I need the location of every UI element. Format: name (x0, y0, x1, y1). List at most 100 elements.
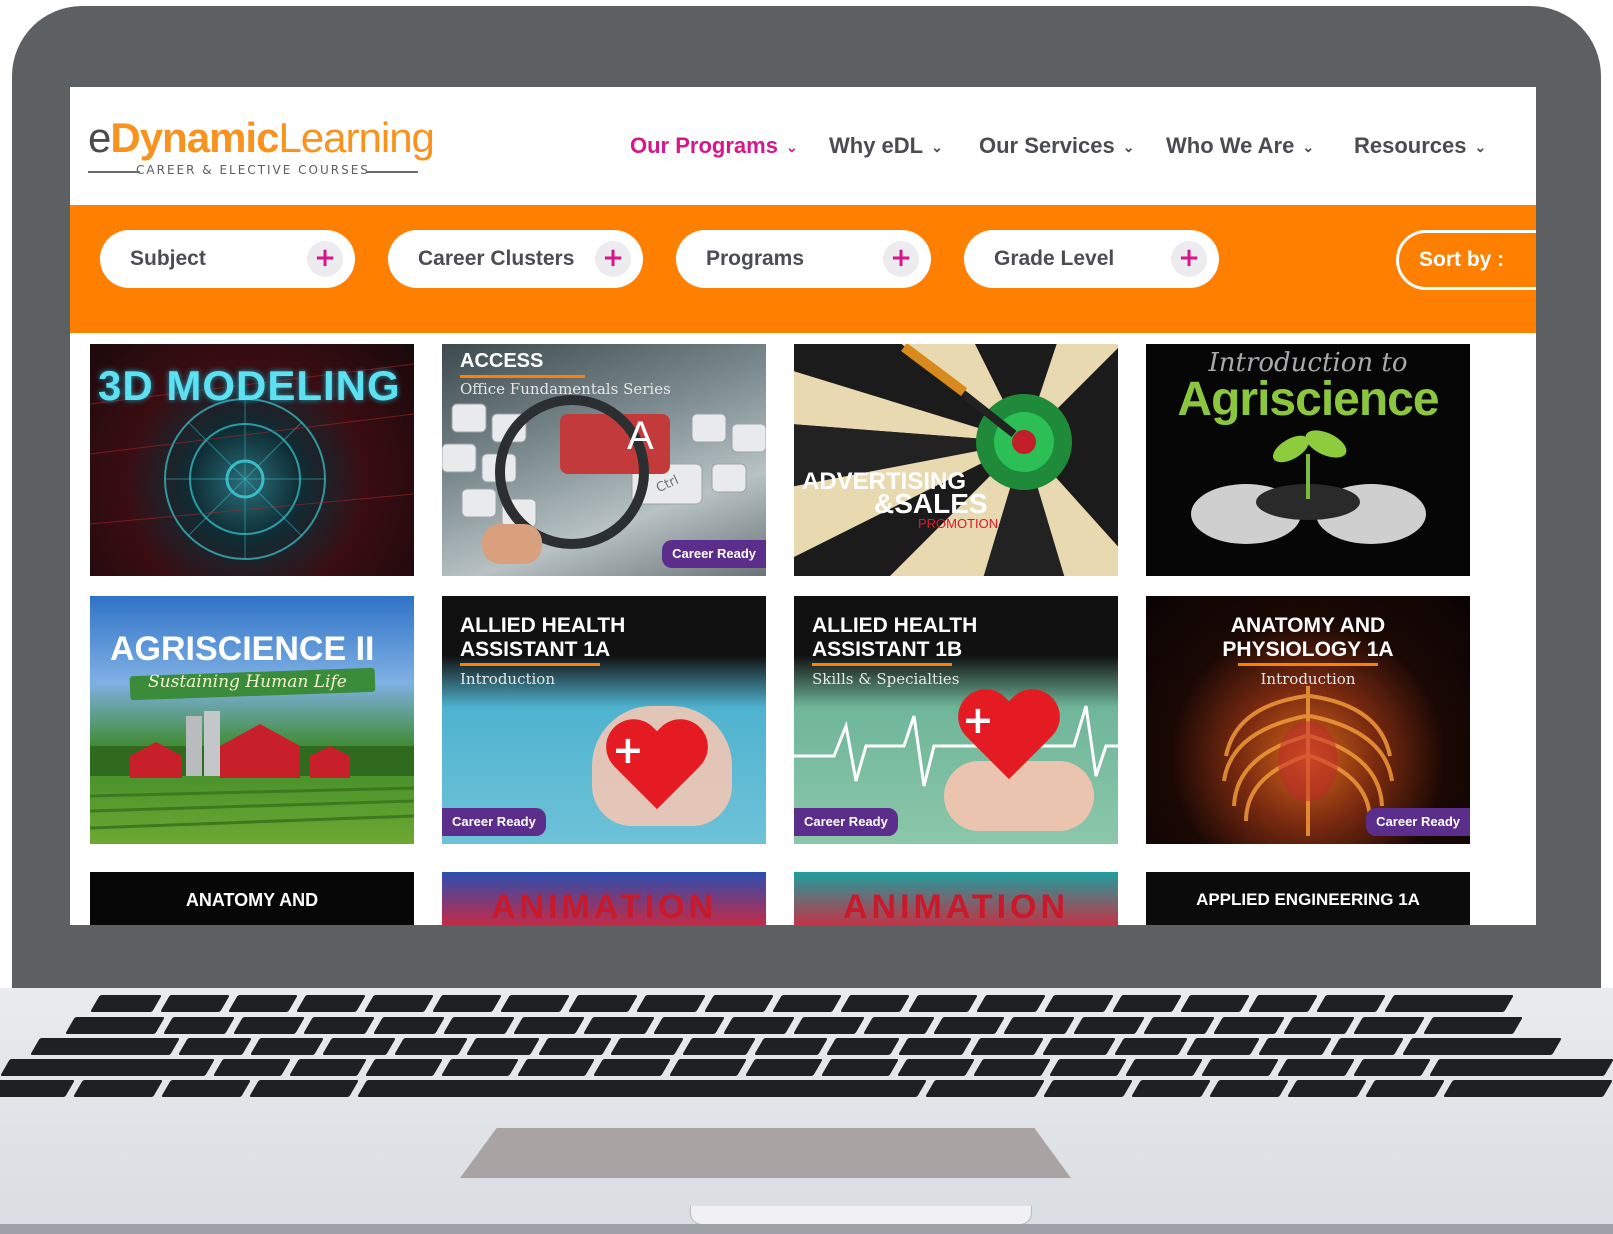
edynamic-learning-logo[interactable]: eDynamicLearning CAREER & ELECTIVE COURS… (88, 115, 435, 185)
keyboard-key (466, 1038, 540, 1055)
keyboard-key (1186, 1038, 1260, 1055)
keyboard-key (1003, 1017, 1075, 1034)
spacebar-key (357, 1080, 927, 1097)
base-edge (0, 1224, 1613, 1234)
logo-learning: Learning (278, 114, 434, 161)
nav-resources[interactable]: Resources ⌄ (1354, 131, 1486, 161)
keyboard-key (933, 1017, 1005, 1034)
lid-notch (690, 1206, 1032, 1225)
keyboard-key (976, 995, 1046, 1012)
keyboard-key (538, 1038, 612, 1055)
sort-by-button[interactable]: Sort by : (1396, 230, 1536, 290)
course-card-intro-agriscience[interactable]: Introduction to Agriscience (1146, 344, 1470, 576)
keyboard-key (73, 1080, 163, 1097)
course-card-advertising-sales[interactable]: ADVERTISING &SALES PROMOTION (794, 344, 1118, 576)
title-underline (1238, 663, 1378, 666)
course-card-access[interactable]: ACCESS Office Fundamentals Series A Ctrl… (442, 344, 766, 576)
keyboard-key (1143, 1017, 1215, 1034)
course-subtitle: Office Fundamentals Series (460, 380, 671, 398)
course-card-allied-health-1a[interactable]: + ALLIED HEALTH ASSISTANT 1A Introductio… (442, 596, 766, 844)
title-underline (460, 663, 600, 666)
course-title-line3: PROMOTION (918, 516, 999, 531)
keyboard-key (1402, 1038, 1562, 1055)
course-card-animation-2[interactable]: ANIMATION (794, 872, 1118, 925)
plus-icon[interactable]: + (595, 241, 631, 277)
browser-screen: eDynamicLearning CAREER & ELECTIVE COURS… (70, 87, 1536, 925)
keyboard-key (1277, 1059, 1355, 1076)
course-card-animation-1[interactable]: ANIMATION (442, 872, 766, 925)
site-header: eDynamicLearning CAREER & ELECTIVE COURS… (70, 87, 1536, 205)
career-ready-badge: Career Ready (442, 808, 546, 836)
keyboard-key (793, 1017, 865, 1034)
plus-icon[interactable]: + (1171, 241, 1207, 277)
course-card-anatomy-1a[interactable]: ANATOMY AND PHYSIOLOGY 1A Introduction C… (1146, 596, 1470, 844)
plus-icon[interactable]: + (883, 241, 919, 277)
course-title: 3D MODELING (98, 362, 401, 409)
keyboard-key (1353, 1059, 1431, 1076)
keyboard-key (228, 995, 298, 1012)
keyboard-key (704, 995, 774, 1012)
keyboard-key (1125, 1059, 1203, 1076)
filter-bar: Subject + Career Clusters + Programs + G… (70, 205, 1536, 333)
keyboard-row (0, 1080, 1613, 1097)
keyboard-key (365, 1059, 443, 1076)
keyboard-row (0, 995, 1613, 1012)
keyboard-key (443, 1017, 515, 1034)
keyboard-row (0, 1059, 1613, 1076)
keyboard-key (296, 995, 366, 1012)
keyboard-key (1423, 1017, 1523, 1034)
course-card-anatomy-1b[interactable]: ANATOMY AND (90, 872, 414, 925)
filter-programs[interactable]: Programs + (676, 230, 931, 288)
keyboard-key (898, 1038, 972, 1055)
nav-label: Who We Are (1166, 133, 1295, 158)
nav-our-services[interactable]: Our Services ⌄ (979, 131, 1134, 161)
keyboard-key (0, 1080, 75, 1097)
filter-label: Subject (130, 247, 206, 270)
course-title-line1: ANATOMY AND (1230, 614, 1386, 637)
keyboard-key (500, 995, 570, 1012)
medical-cross-icon: + (962, 698, 994, 742)
title-underline (460, 375, 585, 378)
keyboard-key (1112, 995, 1182, 1012)
course-title-line2: Agriscience (1177, 373, 1439, 426)
career-ready-badge: Career Ready (794, 808, 898, 836)
keyboard-key (863, 1017, 935, 1034)
course-card-3d-modeling[interactable]: 3D MODELING (90, 344, 414, 576)
course-title-line2: ASSISTANT 1B (812, 638, 963, 661)
course-card-agriscience-ii[interactable]: AGRISCIENCE II Sustaining Human Life (90, 596, 414, 844)
keyboard-key (213, 1059, 291, 1076)
filter-career-clusters[interactable]: Career Clusters + (388, 230, 643, 288)
nav-why-edl[interactable]: Why eDL ⌄ (829, 131, 943, 161)
keyboard-key (1429, 1059, 1613, 1076)
keyboard-key (1283, 1017, 1355, 1034)
filter-subject[interactable]: Subject + (100, 230, 355, 288)
keyboard-key (161, 1080, 251, 1097)
dartboard-graphic (794, 344, 1118, 576)
keyboard-key (178, 1038, 252, 1055)
nav-who-we-are[interactable]: Who We Are ⌄ (1166, 131, 1314, 161)
filter-grade-level[interactable]: Grade Level + (964, 230, 1219, 288)
keyboard-key (1213, 1017, 1285, 1034)
keyboard-key (970, 1038, 1044, 1055)
course-card-allied-health-1b[interactable]: + ALLIED HEALTH ASSISTANT 1B Skills & Sp… (794, 596, 1118, 844)
course-title: AGRISCIENCE II (110, 630, 375, 668)
course-subtitle: Skills & Specialties (812, 670, 960, 688)
keyboard-key (653, 1017, 725, 1034)
keyboard-key (840, 995, 910, 1012)
keyboard-key (897, 1059, 975, 1076)
keyboard-key (1043, 1080, 1133, 1097)
nav-our-programs[interactable]: Our Programs ⌄ (630, 131, 798, 161)
course-card-applied-engineering-1a[interactable]: APPLIED ENGINEERING 1A (1146, 872, 1470, 925)
filter-label: Programs (706, 247, 805, 270)
plus-icon[interactable]: + (307, 241, 343, 277)
keyboard-key (1131, 1080, 1211, 1097)
keyboard-key (160, 995, 230, 1012)
keyboard-row (0, 1038, 1613, 1055)
keyboard-key (1042, 1038, 1116, 1055)
keyboard-key (583, 1017, 655, 1034)
keyboard-key (233, 1017, 305, 1034)
keyboard-key (441, 1059, 519, 1076)
keyboard-key (322, 1038, 396, 1055)
keyboard-row (0, 1017, 1613, 1034)
keyboard-key (1044, 995, 1114, 1012)
